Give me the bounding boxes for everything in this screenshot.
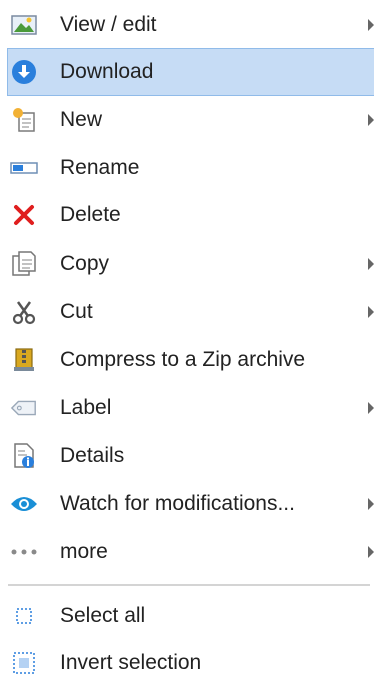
download-icon <box>10 58 38 86</box>
menu-item-more[interactable]: more <box>8 529 374 575</box>
menu-item-label: New <box>60 108 103 131</box>
menu-item-label-tag[interactable]: Label <box>8 385 374 431</box>
zip-archive-icon <box>10 346 38 374</box>
invert-selection-icon <box>10 649 38 677</box>
details-icon <box>10 442 38 470</box>
submenu-arrow-icon <box>368 19 374 31</box>
submenu-arrow-icon <box>368 306 374 318</box>
menu-item-watch[interactable]: Watch for modifications... <box>8 481 374 527</box>
menu-item-delete[interactable]: Delete <box>8 192 374 238</box>
menu-separator <box>8 584 370 586</box>
menu-item-label: Invert selection <box>60 651 202 674</box>
eye-icon <box>10 490 38 518</box>
tag-icon <box>10 394 38 422</box>
menu-item-label: Copy <box>60 252 110 275</box>
menu-item-download[interactable]: Download <box>7 48 374 96</box>
menu-item-select-all[interactable]: Select all <box>8 593 374 639</box>
submenu-arrow-icon <box>368 258 374 270</box>
select-all-icon <box>10 602 38 630</box>
delete-icon <box>10 201 38 229</box>
menu-item-compress[interactable]: Compress to a Zip archive <box>8 337 374 383</box>
scissors-icon <box>10 298 38 326</box>
menu-item-label: Select all <box>60 604 146 627</box>
menu-item-copy[interactable]: Copy <box>8 241 374 287</box>
menu-item-rename[interactable]: Rename <box>8 145 374 191</box>
ellipsis-icon <box>10 538 38 566</box>
menu-item-label: Download <box>60 60 154 83</box>
submenu-arrow-icon <box>368 402 374 414</box>
rename-icon <box>10 154 38 182</box>
menu-item-new[interactable]: New <box>8 97 374 143</box>
submenu-arrow-icon <box>368 498 374 510</box>
context-menu: View / edit Download New Rename Delete C… <box>0 0 374 681</box>
menu-item-details[interactable]: Details <box>8 433 374 479</box>
menu-item-cut[interactable]: Cut <box>8 289 374 335</box>
submenu-arrow-icon <box>368 546 374 558</box>
menu-item-view-edit[interactable]: View / edit <box>8 2 374 48</box>
menu-item-label: Compress to a Zip archive <box>60 348 306 371</box>
menu-item-label: Delete <box>60 203 121 226</box>
menu-item-label: Rename <box>60 156 140 179</box>
image-icon <box>10 11 38 39</box>
menu-item-label: Details <box>60 444 125 467</box>
submenu-arrow-icon <box>368 114 374 126</box>
menu-item-label: Watch for modifications... <box>60 492 295 515</box>
copy-icon <box>10 250 38 278</box>
menu-item-label: Label <box>60 396 112 419</box>
menu-item-label: Cut <box>60 300 93 323</box>
menu-item-invert-selection[interactable]: Invert selection <box>8 640 374 686</box>
menu-item-label: more <box>60 540 108 563</box>
new-document-icon <box>10 106 38 134</box>
menu-item-label: View / edit <box>60 13 157 36</box>
